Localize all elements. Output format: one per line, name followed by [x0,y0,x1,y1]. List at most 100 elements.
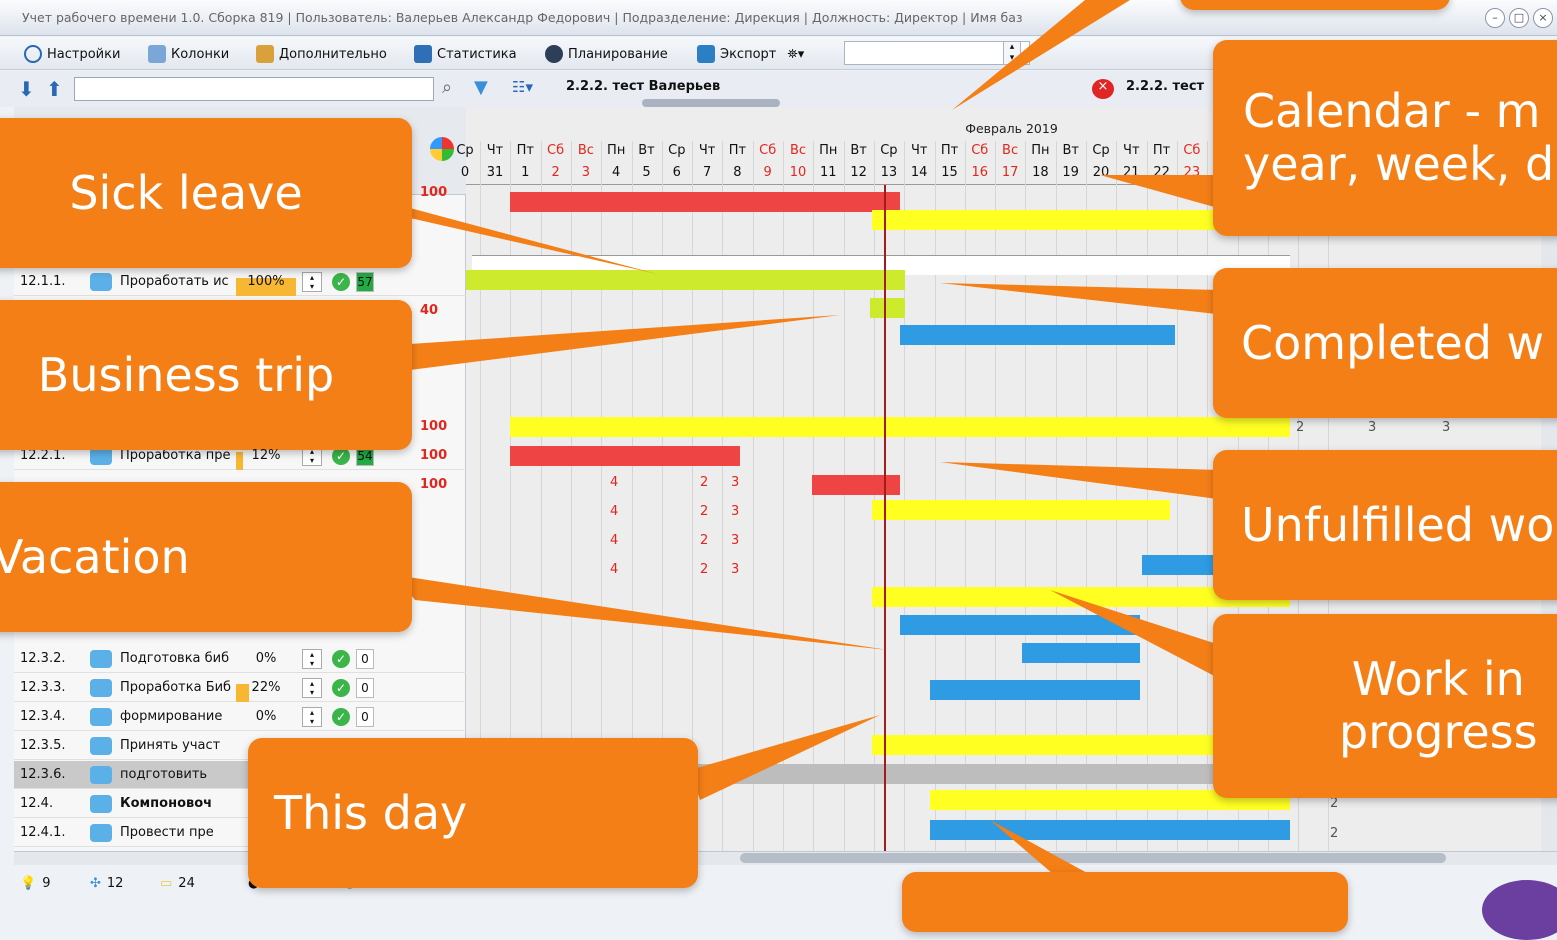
progress-cell[interactable]: 100% [236,274,296,296]
additional-button[interactable]: Дополнительно [256,44,387,64]
task-count: 57 [356,271,374,292]
business-trip-bar[interactable] [900,325,1175,345]
task-id: 12.4.1. [20,825,66,840]
progress-cell[interactable]: 0% [236,709,296,724]
day-cell: 16 [971,165,989,180]
search-icon[interactable]: ⌕ [442,77,452,98]
columns-button[interactable]: Колонки [148,44,229,64]
progress-stepper[interactable]: ▴ ▾ [302,271,322,292]
team-icon [90,794,112,813]
maximize-button[interactable]: □ [1509,8,1529,28]
dow-cell: Пт [516,143,534,158]
progress-cell[interactable]: 12% [236,448,296,470]
day-cell: 9 [763,165,772,180]
task-id: 12.2.1. [20,448,66,463]
in-progress-bar[interactable] [930,820,1290,840]
task-count: 0 [356,706,374,727]
task-name: Проработка Биб [120,680,232,695]
network-icon: ✣ [90,876,101,891]
day-cell: 22 [1153,165,1170,180]
minimize-button[interactable]: – [1485,8,1505,28]
hierarchy-icon[interactable]: ☷▾ [512,78,533,96]
grid-number: 4 [610,504,619,519]
close-button[interactable]: × [1533,8,1553,28]
completed-bar[interactable] [870,298,905,318]
day-cell: 8 [733,165,742,180]
vacation-bar[interactable] [900,615,1140,635]
task-id: 12.3.4. [20,709,66,724]
day-cell: 17 [1001,165,1019,180]
stat-folders: ▭ 24 [160,876,195,891]
day-cell: 21 [1123,165,1140,180]
task-row[interactable]: 12.3.4. формирование 0% ▴ ▾ ✓ 0 [14,703,466,731]
check-icon[interactable]: ✓ [332,272,350,291]
stat-ideas-value: 9 [42,876,51,891]
sick-leave-bar[interactable] [510,446,740,466]
dow-cell: Сб [759,143,777,158]
day-cell: 2 [551,165,560,180]
grid-column-line [783,141,784,851]
dow-cell: Сб [1183,143,1201,158]
callout-bottom [902,872,1348,932]
progress-stepper[interactable]: ▴ ▾ [302,706,322,727]
task-name: Подготовка биб [120,651,230,666]
search-input[interactable] [74,77,434,101]
dow-cell: Пн [819,143,838,158]
statistics-button[interactable]: Статистика [414,44,517,64]
user-filter-icon[interactable]: ⛯▾ [787,47,804,62]
stat-people-value: 12 [106,876,124,891]
left-value: 100 [420,185,448,200]
stat-folders-value: 24 [178,876,195,891]
progress-text: 0% [255,651,277,666]
task-id: 12.3.6. [20,767,66,782]
task-row[interactable]: 12.3.3. Проработка Биб 22% ▴ ▾ ✓ 0 [14,674,466,702]
filter-stepper[interactable]: ▴ ▾ [1003,41,1021,65]
grid-number: 2 [1330,826,1339,841]
progress-fill [236,684,250,702]
dow-cell: Вт [850,143,867,158]
cancel-icon[interactable]: × [1092,79,1114,99]
completed-bar[interactable] [466,270,905,290]
grid-column-line [843,141,845,851]
task-row[interactable]: 12.3.2. Подготовка биб 0% ▴ ▾ ✓ 0 [14,645,466,673]
columns-label: Колонки [171,46,230,62]
vacation-bar[interactable] [930,680,1140,700]
check-icon[interactable]: ✓ [332,707,350,726]
help-bubble[interactable] [1482,880,1557,940]
export-button[interactable]: Экспорт ⛯▾ [697,44,804,64]
team-icon [90,765,112,784]
top-scroll-thumb[interactable] [642,99,780,107]
planned-bar[interactable] [872,500,1170,520]
check-icon[interactable]: ✓ [332,649,350,668]
filter-icon[interactable]: ▼ [474,77,488,98]
task-id: 12.3.3. [20,680,66,695]
sick-leave-bar[interactable] [510,192,900,212]
day-cell: 10 [789,165,807,180]
callout-this-day: This day [248,738,698,888]
clock-icon [24,45,42,63]
progress-cell[interactable]: 22% [236,680,296,702]
arrow-down-icon[interactable]: ⬇ [18,77,35,101]
task-name: формирование [120,709,223,724]
tools-icon [256,45,274,63]
planned-bar[interactable] [510,417,1290,437]
progress-stepper[interactable]: ▴ ▾ [302,677,322,698]
task-row[interactable]: 12.1.1. Проработать ис 100% ▴ ▾ ✓ 57 [14,268,466,296]
sick-leave-bar[interactable] [812,475,900,495]
arrow-up-icon[interactable]: ⬆ [46,77,63,101]
planning-button[interactable]: Планирование [545,44,668,64]
dow-cell: Вт [1062,143,1079,158]
horizontal-scroll-thumb[interactable] [740,853,1446,863]
progress-stepper[interactable]: ▴ ▾ [302,648,322,669]
progress-cell[interactable]: 0% [236,651,296,666]
callout-unfulfilled: Unfulfilled wo [1213,450,1557,600]
settings-button[interactable]: Настройки [24,44,120,64]
vacation-bar[interactable] [1022,643,1140,663]
progress-fill [236,452,244,470]
dow-cell: Вс [1002,143,1019,158]
grid-number: 2 [700,562,709,577]
left-value: 40 [420,303,439,318]
task-title-right: 2.2.2. тест [1126,79,1205,94]
task-name: Компоновоч [120,796,213,811]
check-icon[interactable]: ✓ [332,678,350,697]
